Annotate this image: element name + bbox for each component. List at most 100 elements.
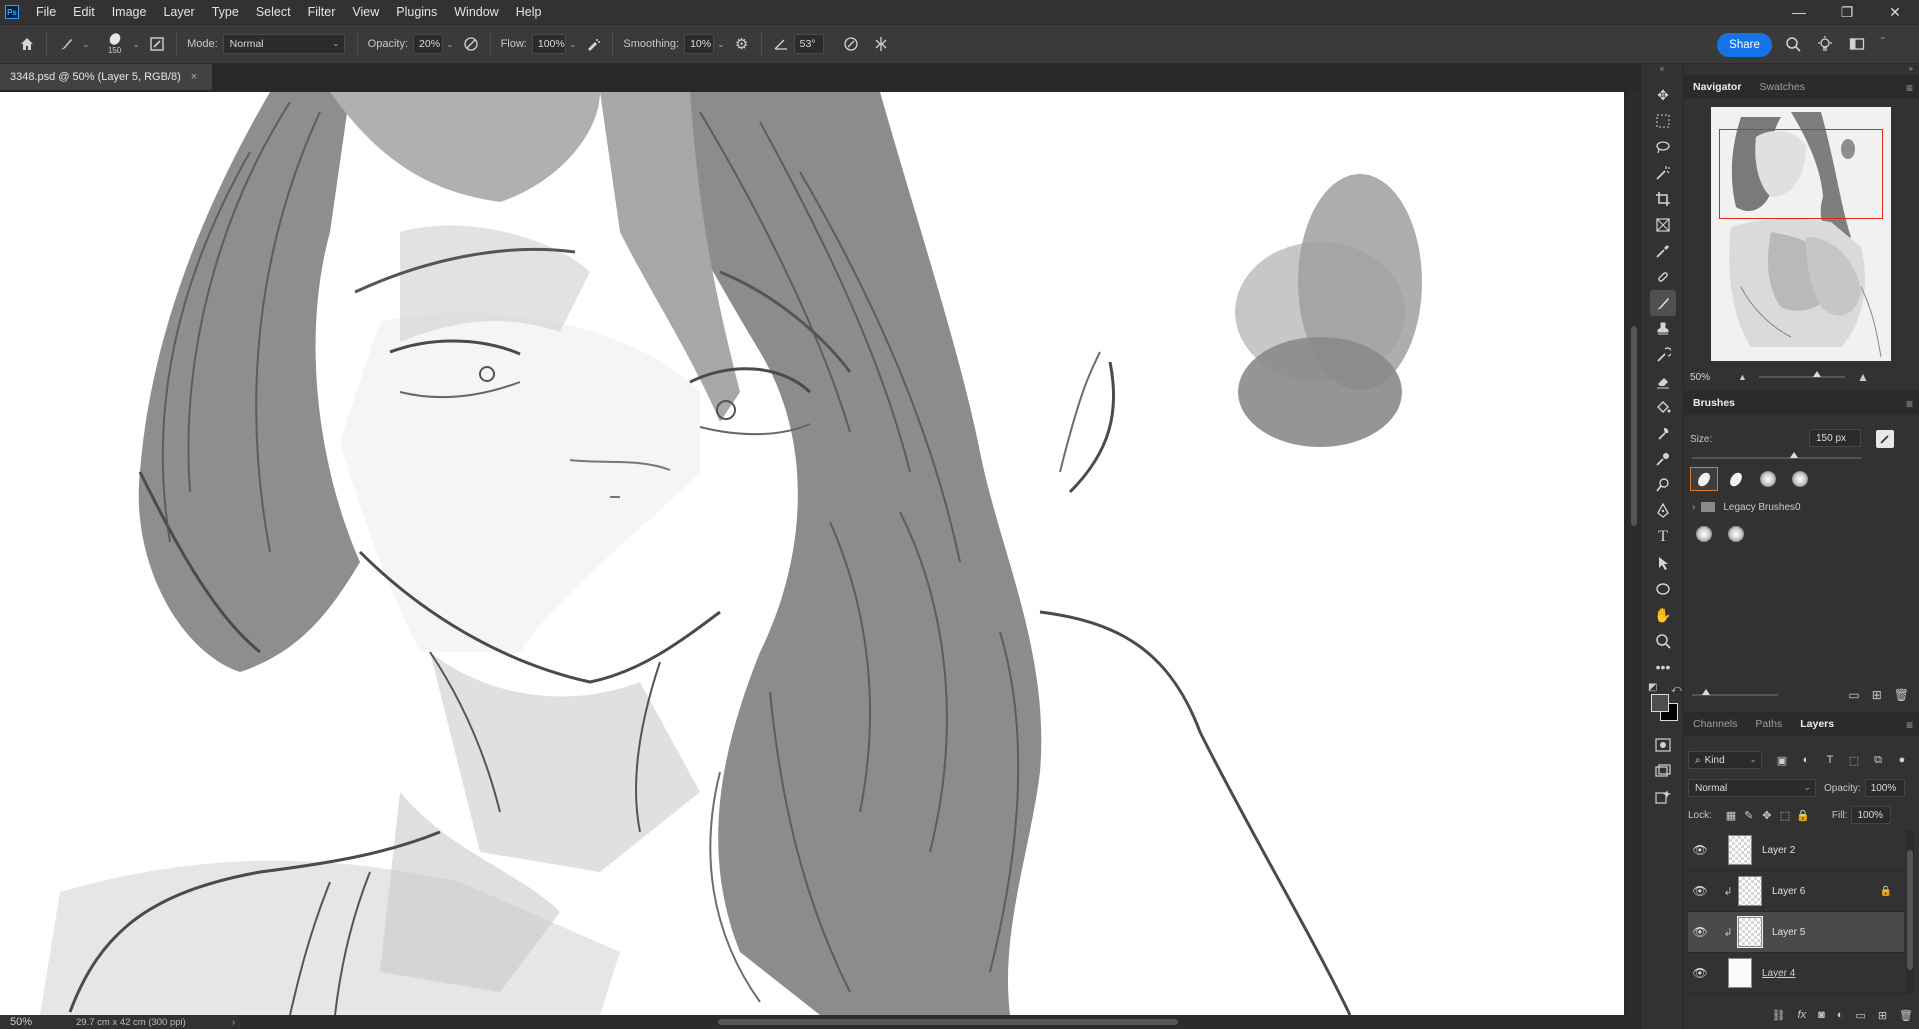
- panel-menu-icon[interactable]: ≡: [1906, 718, 1913, 732]
- layer-name[interactable]: Layer 2: [1762, 845, 1795, 856]
- visibility-eye-icon[interactable]: 👁: [1688, 843, 1712, 857]
- zoom-tool-icon[interactable]: [1650, 628, 1676, 654]
- angle-input[interactable]: 53°: [793, 34, 824, 54]
- panel-menu-icon[interactable]: ≡: [1906, 397, 1913, 411]
- slider-knob[interactable]: [1702, 689, 1710, 695]
- brush-preview-slider[interactable]: [1692, 689, 1778, 696]
- chevron-down-icon[interactable]: ⌄: [446, 39, 454, 50]
- brush-size-slider[interactable]: [1692, 452, 1862, 459]
- brush-preset[interactable]: [1690, 467, 1718, 491]
- lightbulb-icon[interactable]: [1812, 31, 1838, 57]
- menu-layer[interactable]: Layer: [154, 0, 202, 24]
- tab-paths[interactable]: Paths: [1746, 712, 1791, 736]
- layers-scrollbar[interactable]: [1906, 830, 1914, 994]
- path-selection-tool-icon[interactable]: [1650, 550, 1676, 576]
- menu-view[interactable]: View: [343, 0, 387, 24]
- pen-tool-icon[interactable]: [1650, 498, 1676, 524]
- brush-tool-preset-icon[interactable]: [53, 31, 79, 57]
- brush-preset-picker[interactable]: 150: [100, 31, 130, 55]
- brush-preset[interactable]: [1786, 467, 1814, 491]
- close-icon[interactable]: ×: [191, 71, 197, 83]
- restore-button[interactable]: ❐: [1823, 0, 1871, 24]
- lock-artboard-icon[interactable]: ⬚: [1776, 809, 1794, 822]
- pressure-opacity-icon[interactable]: [458, 31, 484, 57]
- gear-icon[interactable]: ⚙: [729, 31, 755, 57]
- lock-image-icon[interactable]: ✎: [1740, 809, 1758, 822]
- folder-icon[interactable]: ▭: [1855, 1009, 1865, 1022]
- menu-file[interactable]: File: [27, 0, 64, 24]
- eraser-tool-icon[interactable]: [1650, 368, 1676, 394]
- layer-name[interactable]: Layer 5: [1772, 927, 1805, 938]
- hand-tool-icon[interactable]: ✋: [1650, 602, 1676, 628]
- status-zoom[interactable]: 50%: [0, 1016, 52, 1028]
- generative-icon[interactable]: [1650, 784, 1676, 810]
- crop-tool-icon[interactable]: [1650, 186, 1676, 212]
- legacy-brushes-folder[interactable]: › Legacy Brushes0: [1684, 496, 1919, 518]
- smudge-tool-icon[interactable]: [1650, 420, 1676, 446]
- magic-wand-tool-icon[interactable]: [1650, 160, 1676, 186]
- brush-size-input[interactable]: 150 px: [1809, 429, 1861, 447]
- smoothing-input[interactable]: 10%: [684, 34, 715, 54]
- chevron-down-icon[interactable]: ⌄: [133, 39, 141, 50]
- mode-select[interactable]: Normal ⌄: [222, 34, 345, 54]
- layer-name[interactable]: Layer 6: [1772, 886, 1805, 897]
- canvas-horizontal-scrollbar[interactable]: [240, 1015, 1640, 1029]
- more-tools-icon[interactable]: •••: [1650, 654, 1676, 680]
- menu-image[interactable]: Image: [103, 0, 155, 24]
- slider-knob[interactable]: [1812, 371, 1821, 377]
- layer-row[interactable]: 👁 ↲ Layer 6 🔒: [1688, 871, 1904, 912]
- ellipse-tool-icon[interactable]: [1650, 576, 1676, 602]
- layer-row-selected[interactable]: 👁 ↲ Layer 5: [1688, 912, 1904, 953]
- menu-plugins[interactable]: Plugins: [387, 0, 445, 24]
- tab-layers[interactable]: Layers: [1791, 712, 1843, 736]
- layer-row[interactable]: 👁 Layer 4: [1688, 953, 1904, 994]
- healing-brush-tool-icon[interactable]: [1650, 264, 1676, 290]
- adjustment-filter-icon[interactable]: ◐: [1794, 754, 1818, 767]
- airbrush-icon[interactable]: [580, 31, 606, 57]
- visibility-eye-icon[interactable]: 👁: [1688, 966, 1712, 980]
- pressure-size-icon[interactable]: [838, 31, 864, 57]
- visibility-eye-icon[interactable]: 👁: [1688, 884, 1712, 898]
- shape-filter-icon[interactable]: ⬚: [1842, 754, 1866, 767]
- fill-input[interactable]: 100%: [1851, 806, 1892, 824]
- add-icon[interactable]: ⊞: [1872, 688, 1882, 702]
- move-tool-icon[interactable]: ✥: [1650, 82, 1676, 108]
- collapse-icon[interactable]: «: [1641, 64, 1683, 74]
- menu-window[interactable]: Window: [445, 0, 506, 24]
- marquee-tool-icon[interactable]: [1650, 108, 1676, 134]
- new-brush-icon[interactable]: [1876, 430, 1894, 448]
- share-button[interactable]: Share: [1717, 33, 1772, 57]
- chevron-down-icon[interactable]: ⌄: [1879, 31, 1887, 57]
- tab-brushes[interactable]: Brushes: [1684, 391, 1744, 415]
- mixer-brush-tool-icon[interactable]: [1650, 446, 1676, 472]
- visibility-eye-icon[interactable]: 👁: [1688, 925, 1712, 939]
- navigator-thumbnail[interactable]: [1711, 107, 1891, 361]
- lock-transparent-icon[interactable]: ▦: [1722, 809, 1740, 822]
- document-tab[interactable]: 3348.psd @ 50% (Layer 5, RGB/8) ×: [0, 64, 212, 90]
- lasso-tool-icon[interactable]: [1650, 134, 1676, 160]
- pixel-filter-icon[interactable]: ▣: [1770, 754, 1794, 767]
- clone-stamp-tool-icon[interactable]: [1650, 316, 1676, 342]
- scroll-thumb[interactable]: [1907, 850, 1913, 970]
- minimize-button[interactable]: —: [1775, 0, 1823, 24]
- link-layers-icon[interactable]: ⛓: [1772, 1009, 1786, 1022]
- tab-channels[interactable]: Channels: [1684, 712, 1746, 736]
- trash-icon[interactable]: 🗑: [1899, 1009, 1913, 1022]
- kind-select[interactable]: ⌕ Kind ⌄: [1688, 751, 1762, 769]
- menu-help[interactable]: Help: [507, 0, 550, 24]
- chevron-right-icon[interactable]: ›: [1692, 502, 1695, 513]
- blend-mode-select[interactable]: Normal ⌄: [1688, 779, 1816, 797]
- brush-preset[interactable]: [1722, 467, 1750, 491]
- foreground-color-swatch[interactable]: [1651, 694, 1669, 712]
- menu-edit[interactable]: Edit: [64, 0, 103, 24]
- navigator-view-rectangle[interactable]: [1719, 129, 1883, 219]
- menu-select[interactable]: Select: [247, 0, 299, 24]
- paint-bucket-tool-icon[interactable]: [1650, 394, 1676, 420]
- add-icon[interactable]: ⊞: [1878, 1009, 1887, 1022]
- collapse-icon[interactable]: »: [1684, 64, 1919, 75]
- layer-opacity-input[interactable]: 100%: [1864, 779, 1905, 797]
- brush-preset[interactable]: [1690, 522, 1718, 546]
- adjustment-layer-icon[interactable]: ◐: [1837, 1009, 1844, 1021]
- history-brush-tool-icon[interactable]: [1650, 342, 1676, 368]
- type-tool-icon[interactable]: T: [1650, 524, 1676, 550]
